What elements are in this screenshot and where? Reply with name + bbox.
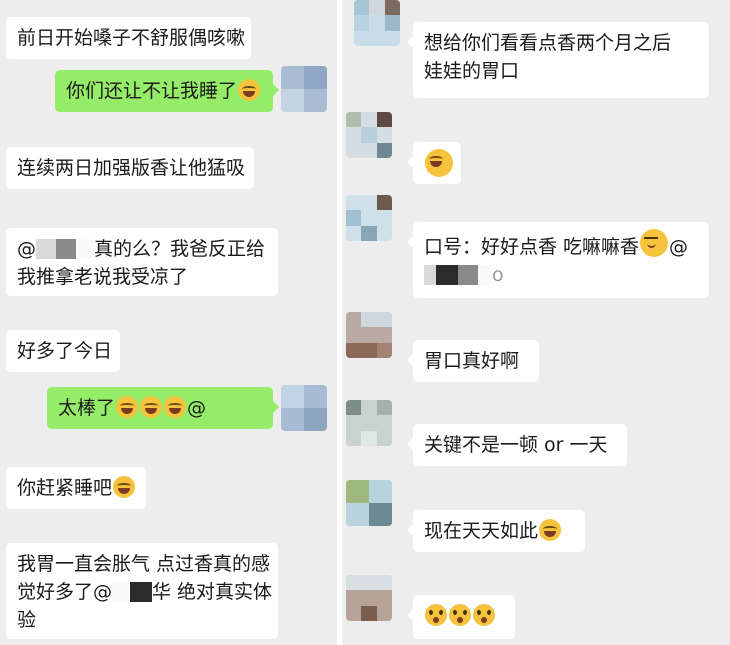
message-bubble[interactable]: 你赶紧睡吧 xyxy=(6,467,146,509)
message-bubble-sent[interactable]: 太棒了 @ xyxy=(47,387,279,429)
message-text: 验 xyxy=(17,609,37,631)
chat-panel-left: 前日开始嗓子不舒服偶咳嗽 你们还让不让我睡了 连续两日加强版香让他猛吸 @ 真的么… xyxy=(0,0,337,645)
chat-panel-right: 想给你们看看点香两个月之后 娃娃的胃口 口号：好好点香 吃嘛嘛香 @ o 胃口真好… xyxy=(342,0,730,645)
redacted-name xyxy=(436,265,458,285)
avatar[interactable] xyxy=(346,480,392,526)
shocked-emoji-icon xyxy=(473,604,495,626)
redacted-name xyxy=(76,239,94,259)
avatar[interactable] xyxy=(346,112,392,158)
message-text: 真的么？我爸反正给 xyxy=(94,238,266,260)
message-text: 你们还让不让我睡了 xyxy=(66,80,238,102)
laugh-cry-emoji-icon xyxy=(164,396,187,418)
message-text: 我推拿老说我受凉了 xyxy=(17,266,189,288)
shocked-emoji-icon xyxy=(449,604,471,626)
avatar[interactable] xyxy=(346,195,392,241)
message-text: 连续两日加强版香让他猛吸 xyxy=(17,157,246,179)
mention-symbol: @ xyxy=(17,238,36,260)
laugh-cry-emoji-icon xyxy=(238,79,261,101)
shocked-emoji-icon xyxy=(425,604,447,626)
redacted-name xyxy=(478,265,492,285)
redacted-name xyxy=(112,582,131,602)
redacted-name xyxy=(36,239,56,259)
message-text: 现在天天如此 xyxy=(424,520,539,542)
laugh-cry-emoji-icon xyxy=(116,396,139,418)
avatar[interactable] xyxy=(346,575,392,621)
message-bubble[interactable]: 想给你们看看点香两个月之后 娃娃的胃口 xyxy=(407,22,709,98)
message-bubble[interactable]: 好多了今日 xyxy=(6,330,120,372)
message-text: 娃娃的胃口 xyxy=(424,60,520,82)
message-bubble[interactable] xyxy=(407,595,515,639)
laugh-cry-emoji-icon xyxy=(113,476,136,498)
message-text: 胃口真好啊 xyxy=(424,350,520,372)
redacted-name xyxy=(56,239,76,259)
message-text: 我胃一直会胀气 点过香真的感 xyxy=(17,553,271,575)
message-text: 你赶紧睡吧 xyxy=(17,477,113,499)
laugh-cry-emoji-icon xyxy=(539,519,562,541)
avatar[interactable] xyxy=(346,400,392,446)
redacted-name xyxy=(458,265,478,285)
message-text: 关键不是一顿 or 一天 xyxy=(424,434,608,456)
message-text: 口号：好好点香 吃嘛嘛香 xyxy=(424,236,640,258)
message-bubble[interactable]: 连续两日加强版香让他猛吸 xyxy=(6,147,254,189)
message-bubble-sent[interactable]: 你们还让不让我睡了 xyxy=(55,70,279,112)
message-bubble[interactable]: 前日开始嗓子不舒服偶咳嗽 xyxy=(6,17,251,59)
mention-symbol: @ xyxy=(669,236,689,258)
laugh-cry-emoji-icon xyxy=(140,396,163,418)
message-bubble[interactable] xyxy=(407,142,461,184)
message-text: 前日开始嗓子不舒服偶咳嗽 xyxy=(17,27,246,49)
message-bubble[interactable]: 口号：好好点香 吃嘛嘛香 @ o xyxy=(407,222,709,298)
message-bubble[interactable]: 胃口真好啊 xyxy=(407,340,539,382)
message-text: 好多了今日 xyxy=(17,340,113,362)
message-text: 华 绝对真实体 xyxy=(152,581,273,603)
message-bubble[interactable]: 现在天天如此 xyxy=(407,510,585,552)
message-bubble[interactable]: 我胃一直会胀气 点过香真的感 觉好多了@ 华 绝对真实体 验 xyxy=(6,543,278,639)
message-bubble[interactable]: 关键不是一顿 or 一天 xyxy=(407,424,627,466)
mention-symbol: @ xyxy=(187,397,207,419)
redacted-name xyxy=(424,265,436,285)
message-text: 太棒了 xyxy=(58,397,116,419)
avatar[interactable] xyxy=(346,312,392,358)
message-text: 想给你们看看点香两个月之后 xyxy=(424,32,672,54)
avatar[interactable] xyxy=(281,66,327,112)
avatar[interactable] xyxy=(354,0,400,46)
redacted-name xyxy=(130,582,153,602)
laugh-cry-emoji-icon xyxy=(425,149,453,177)
message-text: 觉好多了@ xyxy=(17,581,113,603)
message-bubble[interactable]: @ 真的么？我爸反正给 我推拿老说我受凉了 xyxy=(6,228,278,296)
smirk-emoji-icon xyxy=(640,229,669,257)
message-text: o xyxy=(492,264,504,286)
avatar[interactable] xyxy=(281,385,327,431)
